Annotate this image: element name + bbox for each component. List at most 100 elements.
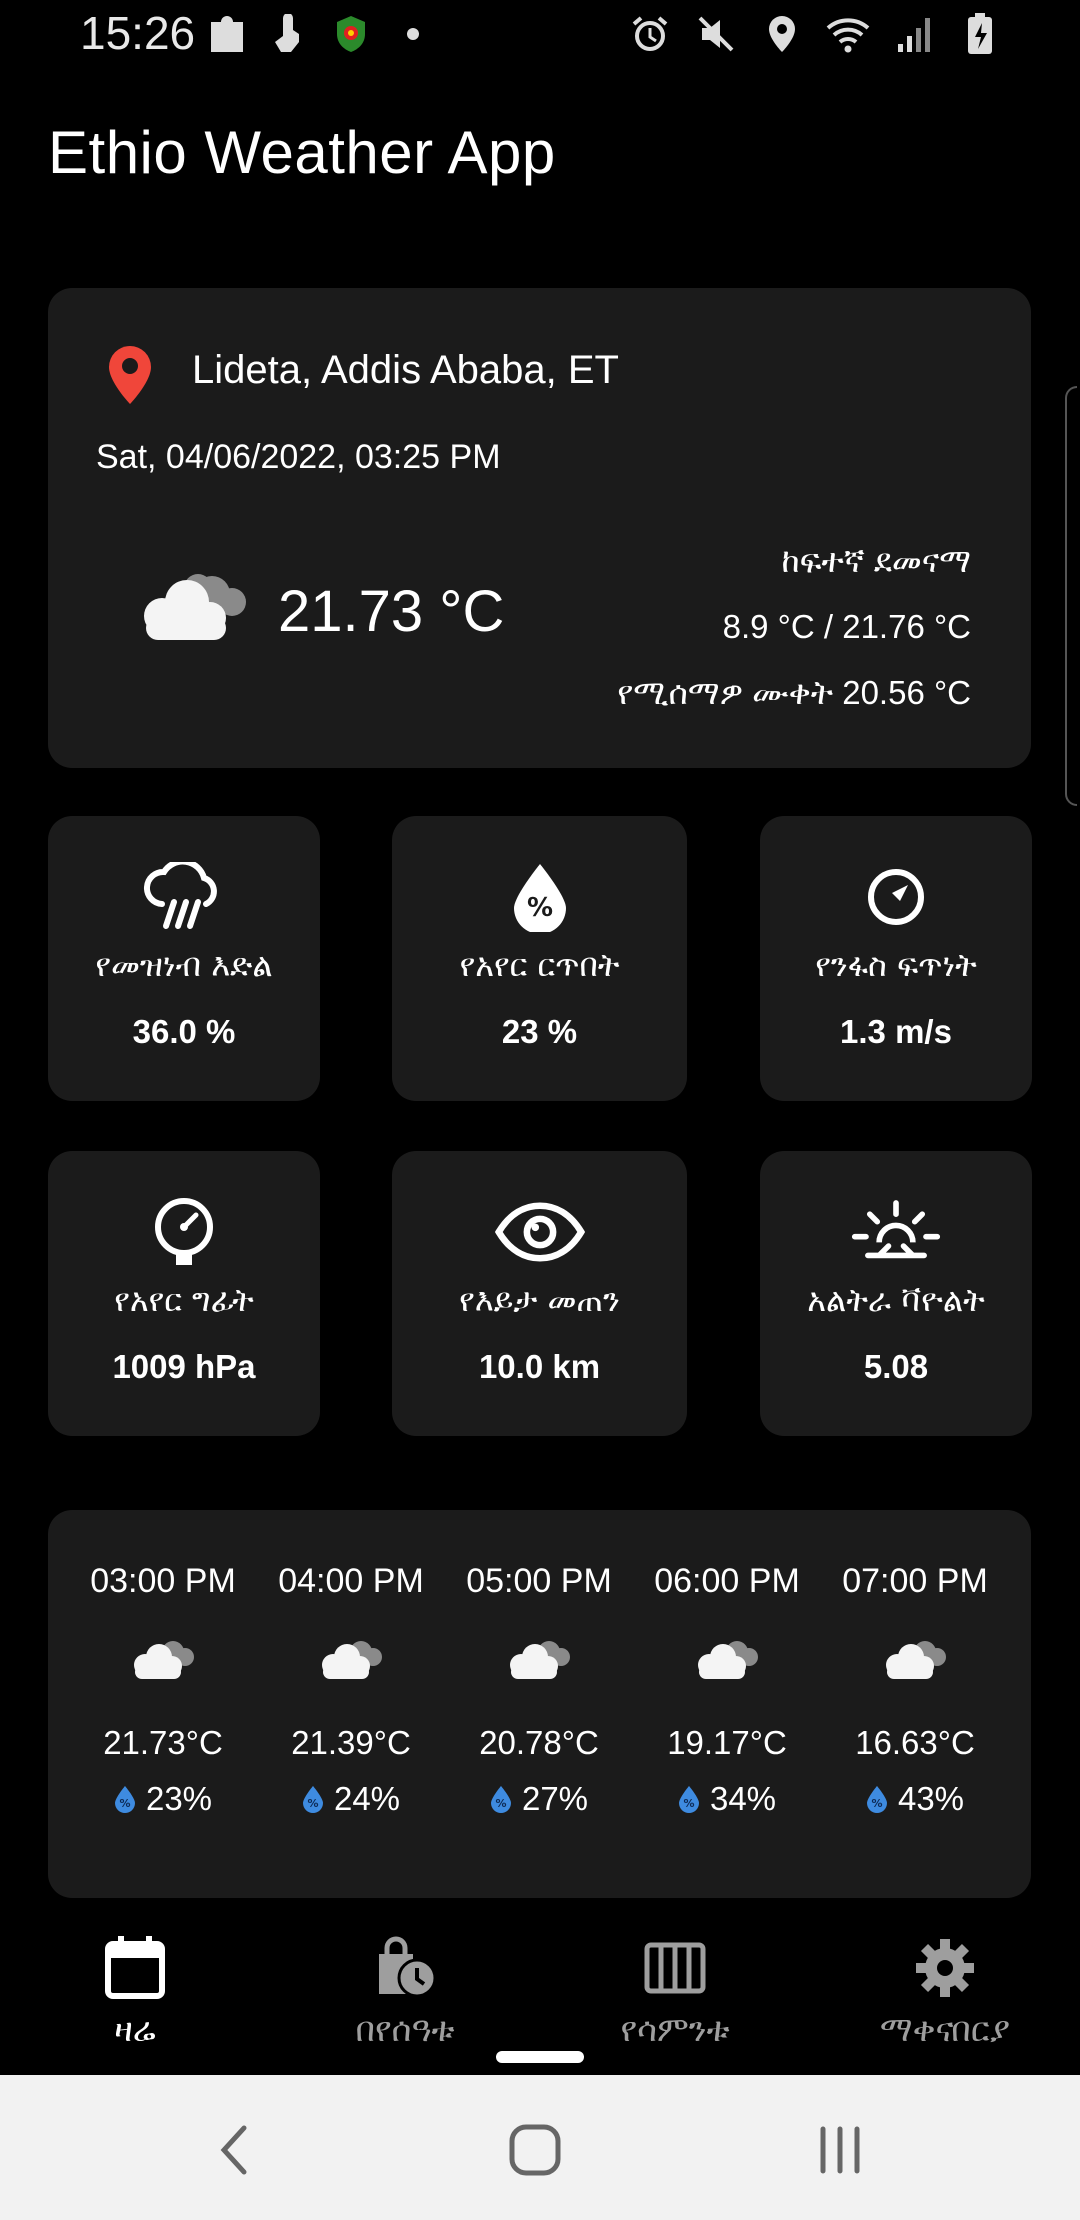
humidity-drop-icon: %	[495, 862, 585, 932]
bottom-navigation: ዛሬ በየሰዓቱ የሳምንቱ ማቀናበርያ	[0, 1920, 1080, 2070]
metric-card-uv-index: አልትራ ቫዮልት 5.08	[760, 1151, 1032, 1436]
hour-humidity: % 27%	[446, 1780, 632, 1818]
hour-humidity: % 24%	[258, 1780, 444, 1818]
metric-value: 1.3 m/s	[840, 1013, 952, 1050]
page-title: Ethio Weather App	[48, 119, 556, 186]
humidity-drop-icon: %	[866, 1786, 887, 1813]
dot-icon	[391, 12, 435, 56]
scrollbar[interactable]	[1065, 386, 1077, 806]
sun-icon	[851, 1197, 941, 1267]
metric-card-pressure: የአየር ግፊት 1009 hPa	[48, 1151, 320, 1436]
status-left-icons	[205, 12, 435, 56]
hour-temperature: 21.39°C	[291, 1724, 411, 1761]
hour-time: 06:00 PM	[654, 1562, 800, 1600]
nav-item-weekly[interactable]: የሳምንቱ	[540, 1930, 810, 2050]
metric-card-wind-speed: የንፋስ ፍጥነት 1.3 m/s	[760, 816, 1032, 1101]
nav-label: በየሰዓቱ	[355, 2010, 455, 2050]
wifi-icon	[826, 12, 870, 56]
hour-humidity: % 43%	[822, 1780, 1008, 1818]
metric-label: የመዝነብ እድል	[95, 946, 273, 984]
calendar-icon	[0, 1930, 270, 2006]
humidity-drop-icon: %	[490, 1786, 511, 1813]
metric-label: የአየር ርጥበት	[459, 946, 620, 984]
metric-label: የአየር ግፊት	[114, 1281, 254, 1319]
hourly-item: 06:00 PM 19.17°C % 34%	[634, 1510, 820, 1818]
hour-humidity-value: 27%	[521, 1780, 589, 1817]
metric-value: 10.0 km	[478, 1348, 601, 1385]
hourly-item: 04:00 PM 21.39°C % 24%	[258, 1510, 444, 1818]
gauge-icon	[139, 1197, 229, 1267]
compass-icon	[851, 862, 941, 932]
svg-text:%: %	[871, 1797, 882, 1810]
hour-humidity: % 34%	[634, 1780, 820, 1818]
status-right-icons	[628, 12, 1002, 56]
hour-humidity-value: 43%	[897, 1780, 965, 1817]
nav-item-settings[interactable]: ማቀናበርያ	[810, 1930, 1080, 2050]
status-bar: 15:26	[0, 0, 1080, 80]
battery-icon	[958, 12, 1002, 56]
svg-text:%: %	[495, 1797, 506, 1810]
cloudy-icon	[886, 1641, 946, 1679]
hour-time: 03:00 PM	[90, 1562, 236, 1600]
nav-label: ማቀናበርያ	[879, 2010, 1011, 2050]
metric-label: የእይታ መጠን	[459, 1281, 620, 1319]
signal-icon	[892, 12, 936, 56]
hour-humidity-value: 34%	[709, 1780, 777, 1817]
hour-humidity: % 23%	[70, 1780, 256, 1818]
location-icon	[760, 12, 804, 56]
svg-text:%: %	[683, 1797, 694, 1810]
mute-icon	[694, 12, 738, 56]
hour-time: 07:00 PM	[842, 1562, 988, 1600]
recent-apps-button[interactable]	[800, 2115, 880, 2185]
cloudy-icon	[132, 564, 256, 644]
location-pin-icon	[106, 344, 154, 406]
metric-value: 1009 hPa	[112, 1348, 256, 1385]
hour-time: 04:00 PM	[278, 1562, 424, 1600]
feels-like: የሚሰማዎ ሙቀት 20.56 °C	[617, 674, 971, 711]
puzzle-icon	[205, 12, 249, 56]
system-navigation-bar	[0, 2075, 1080, 2220]
hourly-item: 03:00 PM 21.73°C % 23%	[70, 1510, 256, 1818]
hourly-forecast-card: 03:00 PM 21.73°C % 23% 04:00 PM 21.39°C …	[48, 1510, 1031, 1898]
week-columns-icon	[540, 1930, 810, 2006]
min-max-temperature: 8.9 °C / 21.76 °C	[722, 608, 971, 645]
cloudy-icon	[698, 1641, 758, 1679]
hour-humidity-value: 23%	[145, 1780, 213, 1817]
hour-temperature: 19.17°C	[667, 1724, 787, 1761]
hour-temperature: 20.78°C	[479, 1724, 599, 1761]
cloudy-icon	[322, 1641, 382, 1679]
home-indicator[interactable]	[496, 2051, 584, 2063]
recent-apps-icon	[820, 2126, 860, 2174]
home-button[interactable]	[495, 2115, 575, 2185]
metric-label: አልትራ ቫዮልት	[807, 1281, 985, 1319]
metric-value: 23 %	[501, 1013, 578, 1050]
location-name: Lideta, Addis Ababa, ET	[192, 348, 619, 392]
nav-item-hourly[interactable]: በየሰዓቱ	[270, 1930, 540, 2050]
metric-card-humidity: % የአየር ርጥበት 23 %	[392, 816, 687, 1101]
hourly-clock-icon	[270, 1930, 540, 2006]
temperature-details: ከፍተኛ ደመናማ 8.9 °C / 21.76 °C የሚሰማዎ ሙቀት 20…	[617, 528, 971, 726]
metric-value: 36.0 %	[132, 1013, 236, 1050]
current-datetime: Sat, 04/06/2022, 03:25 PM	[96, 438, 501, 476]
hour-temperature: 21.73°C	[103, 1724, 223, 1761]
back-chevron-icon	[220, 2125, 247, 2175]
hour-time: 05:00 PM	[466, 1562, 612, 1600]
nav-label: ዛሬ	[114, 2010, 156, 2050]
svg-text:%: %	[119, 1797, 130, 1810]
condition-label: ከፍተኛ ደመናማ	[781, 542, 971, 579]
eye-icon	[494, 1197, 585, 1267]
humidity-drop-icon: %	[678, 1786, 699, 1813]
metric-card-visibility: የእይታ መጠን 10.0 km	[392, 1151, 687, 1436]
nav-item-today[interactable]: ዛሬ	[0, 1930, 270, 2050]
hour-humidity-value: 24%	[333, 1780, 401, 1817]
settings-gear-icon	[810, 1930, 1080, 2006]
rain-cloud-icon	[139, 862, 229, 932]
hand-icon	[267, 12, 311, 56]
back-button[interactable]	[194, 2115, 274, 2185]
metric-card-rain-chance: የመዝነብ እድል 36.0 %	[48, 816, 320, 1101]
current-temperature: 21.73 °C	[278, 579, 505, 644]
humidity-drop-icon: %	[302, 1786, 323, 1813]
hourly-item: 05:00 PM 20.78°C % 27%	[446, 1510, 632, 1818]
current-weather-card: Lideta, Addis Ababa, ET Sat, 04/06/2022,…	[48, 288, 1031, 768]
svg-text:%: %	[526, 893, 552, 923]
